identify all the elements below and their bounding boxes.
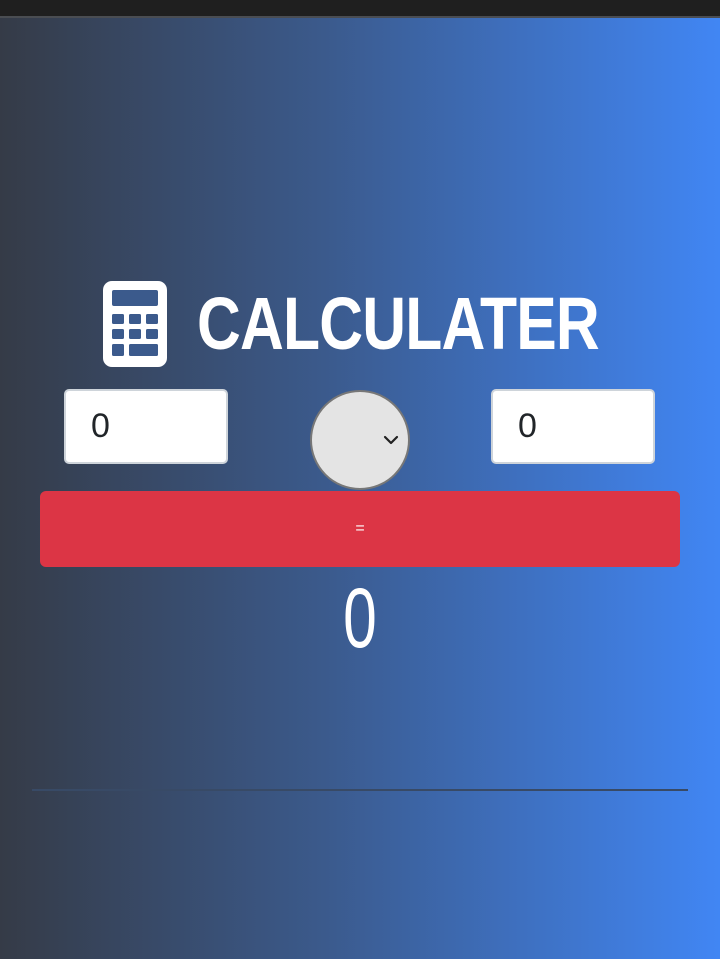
top-bar-border — [0, 16, 720, 18]
divider — [32, 789, 688, 791]
result-display: 0 — [343, 571, 377, 665]
operator-select[interactable] — [310, 390, 410, 490]
equals-button[interactable]: = — [40, 491, 680, 567]
page-title: CALCULATER — [196, 282, 600, 365]
calculator-icon — [102, 281, 167, 367]
header: CALCULATER — [0, 272, 720, 376]
first-number-input[interactable] — [64, 389, 228, 464]
chevron-down-icon — [383, 435, 399, 445]
window-top-bar — [0, 0, 720, 16]
second-number-input[interactable] — [491, 389, 655, 464]
